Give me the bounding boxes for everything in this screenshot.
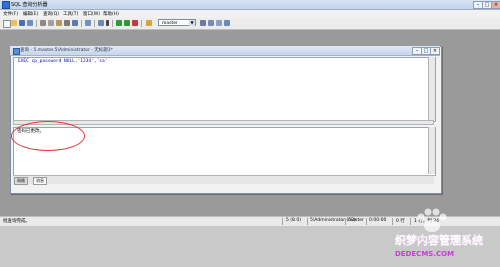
undo-icon[interactable] [85,20,91,26]
insert-template-icon[interactable] [27,20,33,26]
show-results-pane-icon[interactable] [224,20,230,26]
results-vertical-scrollbar[interactable] [428,127,435,174]
app-title-bar: SQL 查询分析器 – □ × [0,0,500,10]
menu-help[interactable]: 帮助(H) [103,11,119,17]
database-select[interactable]: master ▼ [158,19,196,26]
editor-vertical-scrollbar[interactable] [428,57,435,120]
cancel-query-icon[interactable] [132,20,138,26]
status-message: 批查询完成。 [3,219,30,224]
new-query-icon[interactable] [3,20,11,28]
chevron-down-icon[interactable]: ▼ [189,20,195,26]
cut-icon[interactable] [40,20,46,26]
close-button[interactable]: × [491,1,500,9]
query-close-button[interactable]: × [430,47,440,55]
current-connection-icon[interactable] [216,20,222,26]
execute-icon[interactable] [124,20,130,26]
query-window-icon [13,48,20,55]
menu-tools[interactable]: 工具(T) [63,11,78,17]
copy-icon[interactable] [48,20,54,26]
sql-editor[interactable] [13,57,436,122]
status-db: master [348,218,364,223]
open-icon[interactable] [11,20,17,26]
app-icon [2,1,10,9]
menu-edit[interactable]: 编辑(E) [23,11,38,17]
status-server: 5 (8.0) [286,218,301,223]
status-time: 0:00:00 [369,218,387,223]
menu-query[interactable]: 查询(Q) [43,11,59,17]
menu-file[interactable]: 文件(F) [3,11,18,17]
object-search-icon[interactable] [208,20,214,26]
clear-window-icon[interactable] [64,20,70,26]
editor-horizontal-scrollbar[interactable] [13,120,434,125]
database-select-value: master [162,21,178,26]
tab-grid[interactable]: 网格 [14,177,28,185]
results-tabs: 网格 消息 [13,175,434,185]
save-icon[interactable] [19,20,25,26]
find-icon[interactable] [72,20,78,26]
sql-text: EXEC sp_password NULL,'1234','sa' [18,59,108,64]
highlight-annotation [11,121,85,151]
toolbar [0,18,500,30]
watermark-url: DEDECMS.COM [395,250,455,258]
menu-bar: 文件(F) 编辑(E) 查询(Q) 工具(T) 窗口(W) 帮助(H) [0,10,500,18]
menu-window[interactable]: 窗口(W) [83,11,100,17]
tab-messages[interactable]: 消息 [33,177,47,185]
app-title: SQL 查询分析器 [11,2,48,8]
paste-icon[interactable] [56,20,62,26]
database-icon [146,20,152,26]
parse-check-icon[interactable] [116,20,122,26]
execute-mode-icon[interactable] [98,20,104,26]
watermark-text: 织梦内容管理系统 [395,234,483,247]
dropdown-icon[interactable] [106,20,109,26]
query-window-title-bar: 查询 - 5.master.5\Administrator - 无标题1* – … [10,46,440,56]
status-rows: 0 行 [396,219,405,224]
object-browser-icon[interactable] [200,20,206,26]
query-window-title: 查询 - 5.master.5\Administrator - 无标题1* [20,48,113,53]
